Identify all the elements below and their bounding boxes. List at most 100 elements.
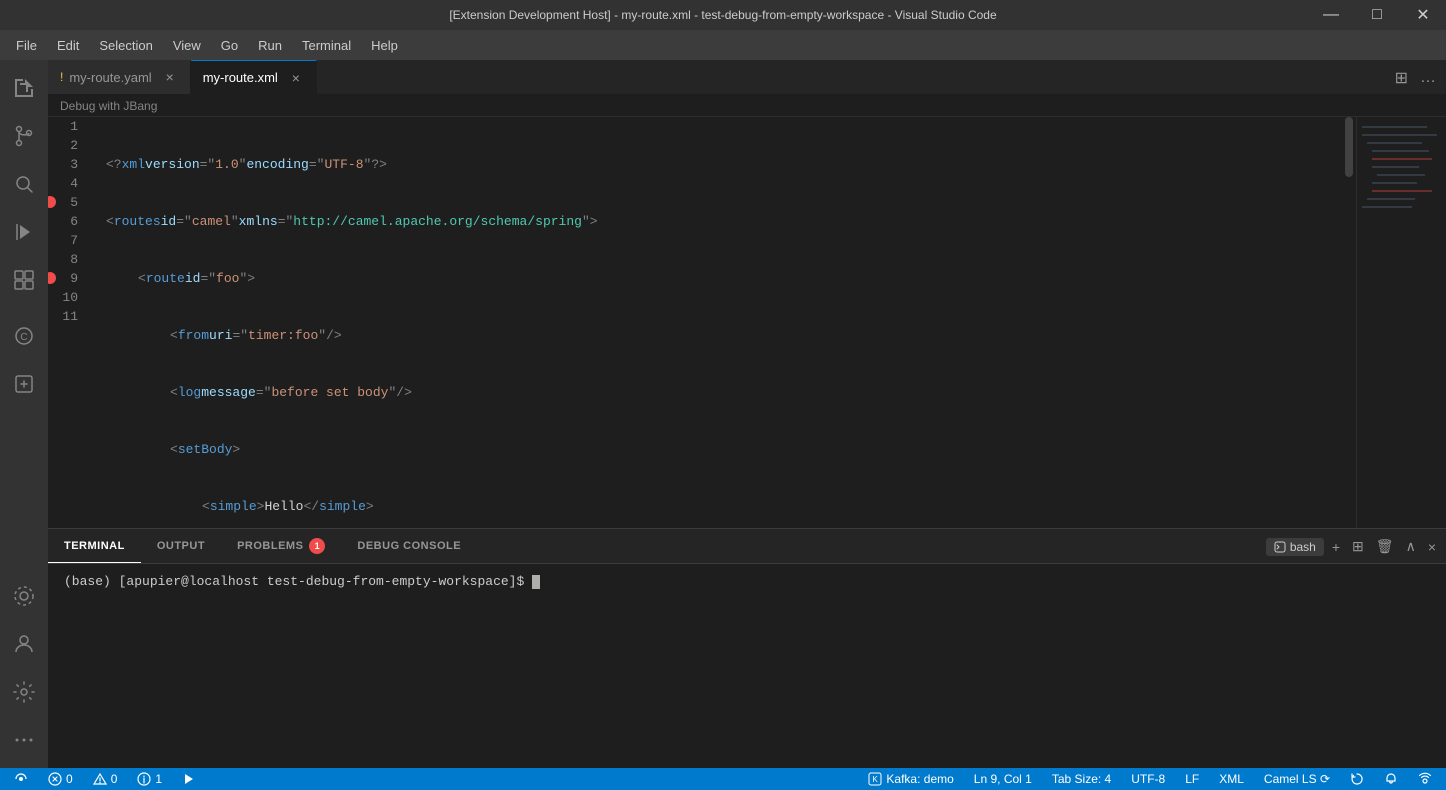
terminal-cursor	[532, 575, 540, 589]
line-9: 9	[48, 269, 88, 288]
tab-xml[interactable]: my-route.xml ×	[191, 60, 317, 94]
split-terminal-button[interactable]: ⊞	[1348, 534, 1368, 559]
minimap	[1356, 117, 1446, 528]
activity-bar-bottom	[0, 572, 48, 768]
kafka-status-item[interactable]: K Kafka: demo	[862, 768, 959, 790]
sidebar-item-extensions[interactable]	[0, 256, 48, 304]
sidebar-item-account[interactable]	[0, 620, 48, 668]
code-content[interactable]: <?xml version="1.0" encoding="UTF-8"?> <…	[98, 117, 1342, 528]
error-status-item[interactable]: 0	[42, 768, 79, 790]
panel-content[interactable]: (base) [apupier@localhost test-debug-fro…	[48, 564, 1446, 768]
line-5: 5	[48, 193, 88, 212]
tab-yaml-icon: !	[60, 70, 63, 84]
kafka-label: Kafka: demo	[886, 772, 953, 786]
error-count-text: 0	[66, 772, 73, 786]
add-terminal-button[interactable]: +	[1328, 535, 1344, 559]
status-bar: 0 0 1 K Kafka: d	[0, 768, 1446, 790]
panel-tab-debug-console-label: DEBUG CONSOLE	[357, 540, 461, 552]
tab-yaml-label: my-route.yaml	[69, 70, 151, 85]
menu-item-edit[interactable]: Edit	[49, 34, 87, 57]
panel-tab-debug-console[interactable]: DEBUG CONSOLE	[341, 529, 477, 563]
info-count-text: 1	[155, 772, 162, 786]
code-line-2: <routes id="camel" xmlns="http://camel.a…	[106, 212, 1342, 231]
line-1: 1	[48, 117, 88, 136]
panel-tab-terminal-label: TERMINAL	[64, 540, 125, 552]
menu-item-help[interactable]: Help	[363, 34, 406, 57]
sidebar-item-run-debug[interactable]	[0, 208, 48, 256]
window-controls: — □ ✕	[1308, 0, 1446, 30]
menu-item-go[interactable]: Go	[213, 34, 246, 57]
line-11: 11	[48, 307, 88, 326]
sidebar-item-camel[interactable]: C	[0, 312, 48, 360]
camel-ls-item[interactable]: Camel LS ⟳	[1258, 768, 1336, 790]
close-button[interactable]: ✕	[1400, 0, 1446, 30]
close-panel-button[interactable]: ×	[1424, 535, 1440, 559]
ln-col-item[interactable]: Ln 9, Col 1	[968, 768, 1038, 790]
menu-item-terminal[interactable]: Terminal	[294, 34, 359, 57]
sidebar-item-explorer[interactable]	[0, 64, 48, 112]
editor-scrollbar-thumb[interactable]	[1345, 117, 1353, 177]
lang-item[interactable]: XML	[1213, 768, 1250, 790]
panel-tab-terminal[interactable]: TERMINAL	[48, 529, 141, 563]
line-2: 2	[48, 136, 88, 155]
status-bar-right: K Kafka: demo Ln 9, Col 1 Tab Size: 4 UT…	[862, 768, 1438, 790]
panel-actions: bash + ⊞ 🗑 ∧ ×	[1260, 529, 1446, 564]
tab-yaml[interactable]: ! my-route.yaml ×	[48, 60, 191, 94]
tab-size-item[interactable]: Tab Size: 4	[1046, 768, 1117, 790]
code-line-1: <?xml version="1.0" encoding="UTF-8"?>	[106, 155, 1342, 174]
eol-item[interactable]: LF	[1179, 768, 1205, 790]
menu-item-file[interactable]: File	[8, 34, 45, 57]
split-editor-button[interactable]: ⊞	[1391, 64, 1412, 92]
maximize-panel-button[interactable]: ∧	[1402, 534, 1420, 559]
code-line-3: <route id="foo">	[106, 269, 1342, 288]
bell-icon-item[interactable]	[1378, 768, 1404, 790]
sync-icon-item[interactable]	[1344, 768, 1370, 790]
maximize-button[interactable]: □	[1354, 0, 1400, 30]
minimize-button[interactable]: —	[1308, 0, 1354, 30]
svg-text:K: K	[873, 775, 879, 784]
sidebar-item-search[interactable]	[0, 160, 48, 208]
sidebar-item-more[interactable]	[0, 716, 48, 764]
breadcrumb-text: Debug with JBang	[60, 99, 157, 113]
code-line-6: <setBody>	[106, 440, 1342, 459]
status-bar-left: 0 0 1	[8, 768, 202, 790]
info-status-item[interactable]: 1	[131, 768, 168, 790]
panel-tab-problems-label: PROBLEMS	[237, 540, 303, 552]
remote-status-item[interactable]	[8, 768, 34, 790]
menu-item-run[interactable]: Run	[250, 34, 290, 57]
menu-item-view[interactable]: View	[165, 34, 209, 57]
breakpoint-5	[48, 196, 56, 208]
menu-item-selection[interactable]: Selection	[91, 34, 160, 57]
line-10: 10	[48, 288, 88, 307]
line-4: 4	[48, 174, 88, 193]
tab-xml-close[interactable]: ×	[288, 70, 304, 86]
panel-tabs: TERMINAL OUTPUT PROBLEMS 1 DEBUG CONSOLE	[48, 529, 1446, 564]
sidebar-item-settings[interactable]	[0, 668, 48, 716]
more-actions-button[interactable]: …	[1416, 65, 1440, 91]
camel-ls-text: Camel LS ⟳	[1264, 772, 1330, 786]
tab-yaml-close[interactable]: ×	[162, 69, 178, 85]
menu-bar: FileEditSelectionViewGoRunTerminalHelp	[0, 30, 1446, 60]
encoding-text: UTF-8	[1131, 772, 1165, 786]
warn-status-item[interactable]: 0	[87, 768, 124, 790]
panel-tab-output-label: OUTPUT	[157, 540, 205, 552]
line-3: 3	[48, 155, 88, 174]
activity-bar: C	[0, 60, 48, 768]
tab-bar: ! my-route.yaml × my-route.xml × ⊞ …	[48, 60, 1446, 95]
broadcast-icon-item[interactable]	[1412, 768, 1438, 790]
sidebar-item-source-control[interactable]	[0, 112, 48, 160]
sidebar-item-remote[interactable]	[0, 572, 48, 620]
line-8: 8	[48, 250, 88, 269]
sidebar-item-plugins[interactable]	[0, 360, 48, 408]
editor-scrollbar[interactable]	[1342, 117, 1356, 528]
bash-label-text: bash	[1290, 540, 1316, 554]
panel-tab-problems[interactable]: PROBLEMS 1	[221, 529, 341, 563]
encoding-item[interactable]: UTF-8	[1125, 768, 1171, 790]
panel-tab-output[interactable]: OUTPUT	[141, 529, 221, 563]
editor-area: ! my-route.yaml × my-route.xml × ⊞ … Deb…	[48, 60, 1446, 768]
kill-terminal-button[interactable]: 🗑	[1372, 534, 1398, 559]
debug-run-status[interactable]	[176, 768, 202, 790]
code-line-4: <from uri="timer:foo"/>	[106, 326, 1342, 345]
code-editor[interactable]: 1 2 3 4 5 6 7 8 9 10 11 <?xml versio	[48, 117, 1446, 528]
code-line-7: <simple>Hello</simple>	[106, 497, 1342, 516]
